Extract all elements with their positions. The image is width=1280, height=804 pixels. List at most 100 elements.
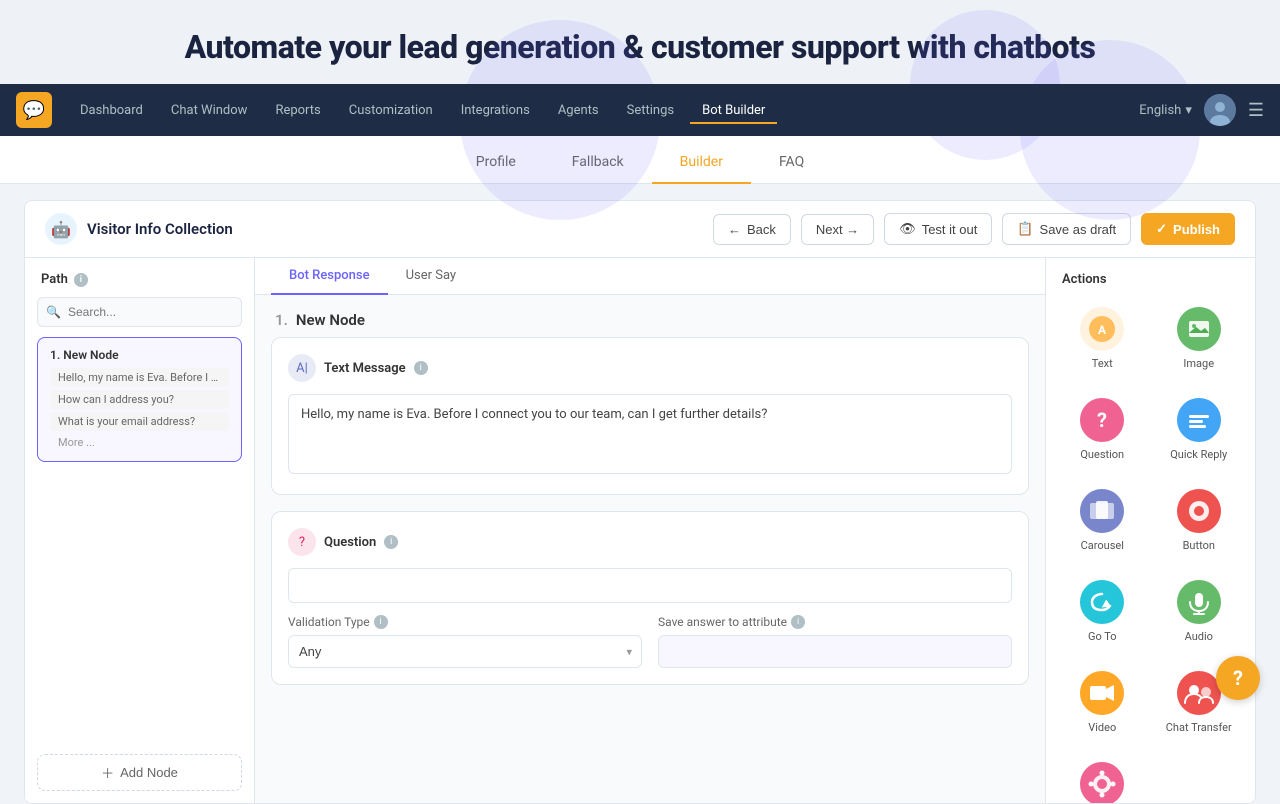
save-attr-input[interactable]: {{address}} bbox=[658, 635, 1012, 668]
tab-fallback[interactable]: Fallback bbox=[544, 142, 652, 184]
menu-icon[interactable]: ☰ bbox=[1248, 100, 1264, 121]
back-button[interactable]: ← Back bbox=[713, 214, 791, 245]
action-chat-transfer-label: Chat Transfer bbox=[1166, 721, 1232, 734]
text-message-header: A| Text Message i bbox=[288, 354, 1012, 382]
text-message-block: A| Text Message i Hello, my name is Eva.… bbox=[271, 337, 1029, 495]
help-button[interactable]: ? bbox=[1216, 656, 1260, 700]
next-button[interactable]: Next → bbox=[801, 214, 874, 245]
nav-right: English ▾ ☰ bbox=[1139, 94, 1264, 126]
avatar[interactable] bbox=[1204, 94, 1236, 126]
action-apiplugin-icon bbox=[1080, 762, 1124, 803]
right-panel: Actions A Text bbox=[1045, 258, 1255, 803]
language-selector[interactable]: English ▾ bbox=[1139, 103, 1192, 118]
sub-tab-user-say[interactable]: User Say bbox=[388, 258, 475, 295]
nav-agents[interactable]: Agents bbox=[546, 97, 611, 124]
tab-faq[interactable]: FAQ bbox=[751, 142, 832, 184]
tab-bar: Profile Fallback Builder FAQ bbox=[0, 136, 1280, 184]
path-info-icon[interactable]: i bbox=[74, 273, 88, 287]
action-api-plugin[interactable]: API Plugin bbox=[1058, 752, 1147, 803]
node-index: 1. bbox=[275, 311, 288, 329]
publish-button[interactable]: ✓ Publish bbox=[1141, 213, 1235, 245]
svg-text:💬: 💬 bbox=[23, 99, 45, 121]
workspace: 🤖 Visitor Info Collection ← Back Next → … bbox=[0, 184, 1280, 804]
node-number: 1. New Node bbox=[50, 348, 229, 362]
text-message-title: Text Message bbox=[324, 361, 406, 376]
add-node-button[interactable]: ＋ Add Node bbox=[37, 754, 242, 791]
node-message-1: Hello, my name is Eva. Before I c... bbox=[50, 368, 229, 387]
nav-bot-builder[interactable]: Bot Builder bbox=[690, 97, 777, 124]
nav-dashboard[interactable]: Dashboard bbox=[68, 97, 155, 124]
nav-integrations[interactable]: Integrations bbox=[449, 97, 542, 124]
action-button-label: Button bbox=[1183, 539, 1215, 552]
back-arrow-icon: ← bbox=[728, 222, 741, 237]
validation-label: Validation Type i bbox=[288, 615, 642, 629]
action-audio-icon bbox=[1177, 580, 1221, 624]
check-icon: ✓ bbox=[1156, 221, 1167, 237]
nav-items: Dashboard Chat Window Reports Customizat… bbox=[68, 97, 1139, 124]
ws-title: Visitor Info Collection bbox=[87, 220, 233, 238]
middle-panel: Bot Response User Say 1. New Node A| Tex… bbox=[255, 258, 1045, 803]
action-goto-icon bbox=[1080, 580, 1124, 624]
nav-chat-window[interactable]: Chat Window bbox=[159, 97, 260, 124]
validation-select-wrap: Any Email Phone Number ▾ bbox=[288, 635, 642, 668]
tab-builder[interactable]: Builder bbox=[652, 142, 751, 184]
action-carousel-icon bbox=[1080, 489, 1124, 533]
nav-settings[interactable]: Settings bbox=[615, 97, 686, 124]
save-attr-col: Save answer to attribute i {{address}} bbox=[658, 615, 1012, 668]
node-title-row: 1. New Node bbox=[255, 295, 1045, 337]
action-text-icon: A bbox=[1080, 307, 1124, 351]
node-more[interactable]: More ... bbox=[50, 434, 229, 451]
text-message-info-icon[interactable]: i bbox=[414, 361, 428, 375]
nav-reports[interactable]: Reports bbox=[263, 97, 332, 124]
path-header: Path i bbox=[25, 258, 254, 297]
validation-select[interactable]: Any Email Phone Number bbox=[288, 635, 642, 668]
bot-icon: 🤖 bbox=[45, 213, 77, 245]
ws-title-area: 🤖 Visitor Info Collection bbox=[45, 213, 233, 245]
left-panel: Path i 🔍 1. New Node Hello, my name is E… bbox=[25, 258, 255, 803]
question-info-icon[interactable]: i bbox=[384, 535, 398, 549]
action-audio[interactable]: Audio bbox=[1155, 570, 1244, 653]
action-chattransfer-icon bbox=[1177, 671, 1221, 715]
tab-profile[interactable]: Profile bbox=[448, 142, 544, 184]
sub-tab-bot-response[interactable]: Bot Response bbox=[271, 258, 388, 295]
action-question[interactable]: ? Question bbox=[1058, 388, 1147, 471]
search-input[interactable] bbox=[37, 297, 242, 327]
actions-header: Actions bbox=[1046, 258, 1255, 297]
question-header: ? Question i bbox=[288, 528, 1012, 556]
question-block: ? Question i How can I address you? Vali… bbox=[271, 511, 1029, 685]
action-image[interactable]: Image bbox=[1155, 297, 1244, 380]
text-message-input[interactable]: Hello, my name is Eva. Before I connect … bbox=[288, 394, 1012, 474]
chevron-down-icon: ▾ bbox=[1185, 103, 1192, 118]
node-card[interactable]: 1. New Node Hello, my name is Eva. Befor… bbox=[37, 337, 242, 462]
panels: Path i 🔍 1. New Node Hello, my name is E… bbox=[24, 257, 1256, 804]
logo-icon[interactable]: 💬 bbox=[16, 92, 52, 128]
text-block-icon: A| bbox=[288, 354, 316, 382]
plus-icon: ＋ bbox=[101, 763, 114, 782]
action-carousel[interactable]: Carousel bbox=[1058, 479, 1147, 562]
action-video[interactable]: Video bbox=[1058, 661, 1147, 744]
search-box: 🔍 bbox=[37, 297, 242, 327]
action-question-icon: ? bbox=[1080, 398, 1124, 442]
action-quickreply-label: Quick Reply bbox=[1170, 448, 1227, 461]
question-input[interactable]: How can I address you? bbox=[288, 568, 1012, 603]
actions-grid: A Text bbox=[1046, 297, 1255, 803]
question-form-row: Validation Type i Any Email Phone Number bbox=[288, 615, 1012, 668]
workspace-header: 🤖 Visitor Info Collection ← Back Next → … bbox=[24, 200, 1256, 257]
action-button[interactable]: Button bbox=[1155, 479, 1244, 562]
sub-tabs: Bot Response User Say bbox=[255, 258, 1045, 295]
save-attr-info-icon[interactable]: i bbox=[791, 615, 805, 629]
node-list: 1. New Node Hello, my name is Eva. Befor… bbox=[25, 337, 254, 744]
search-icon: 🔍 bbox=[46, 305, 61, 319]
test-button[interactable]: 👁 Test it out bbox=[884, 213, 992, 245]
action-quickreply-icon bbox=[1177, 398, 1221, 442]
draft-icon: 📋 bbox=[1017, 221, 1033, 237]
main-content: Profile Fallback Builder FAQ 🤖 Visitor I… bbox=[0, 136, 1280, 804]
validation-info-icon[interactable]: i bbox=[374, 615, 388, 629]
nav-customization[interactable]: Customization bbox=[337, 97, 445, 124]
action-goto[interactable]: Go To bbox=[1058, 570, 1147, 653]
action-carousel-label: Carousel bbox=[1081, 539, 1124, 552]
save-draft-button[interactable]: 📋 Save as draft bbox=[1002, 213, 1131, 245]
action-goto-label: Go To bbox=[1088, 630, 1117, 643]
action-text[interactable]: A Text bbox=[1058, 297, 1147, 380]
action-quick-reply[interactable]: Quick Reply bbox=[1155, 388, 1244, 471]
